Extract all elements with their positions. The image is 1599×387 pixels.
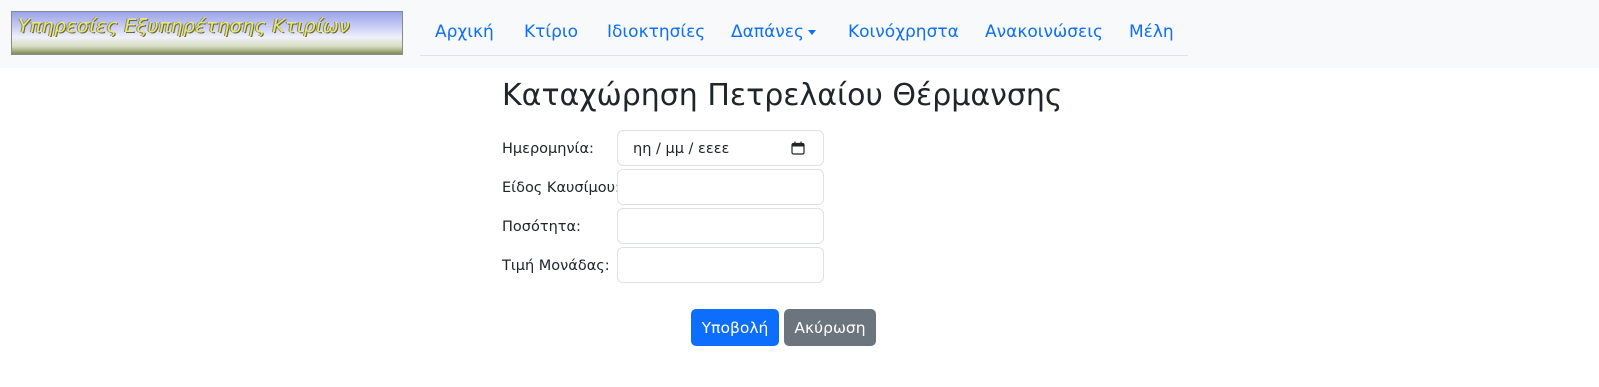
nav-link-common-charges[interactable]: Κοινόχρηστα [848, 22, 959, 42]
date-label: Ημερομηνία: [502, 141, 594, 157]
fuel-type-label: Είδος Καυσίμου: [502, 180, 620, 196]
nav-dropdown-expenses-label: Δαπάνες [731, 22, 804, 42]
nav-link-properties[interactable]: Ιδιοκτησίες [607, 22, 705, 42]
site-logo[interactable]: Υπηρεσίες Εξυπηρέτησης Κτιρίων [11, 11, 403, 55]
quantity-input[interactable] [617, 208, 824, 244]
unit-price-label: Τιμή Μονάδας: [502, 258, 610, 274]
caret-down-icon [807, 29, 816, 35]
fuel-type-input[interactable] [617, 169, 824, 205]
nav-link-building[interactable]: Κτίριο [524, 22, 578, 42]
unit-price-input[interactable] [617, 247, 824, 283]
quantity-label: Ποσότητα: [502, 219, 581, 235]
date-input[interactable]: ηη / μμ / εεεε [617, 130, 824, 166]
nav-dropdown-expenses[interactable]: Δαπάνες [731, 22, 816, 42]
main-nav: Αρχική Κτίριο Ιδιοκτησίες Δαπάνες Κοινόχ… [420, 12, 1188, 56]
submit-button[interactable]: Υποβολή [691, 309, 779, 346]
date-placeholder: ηη / μμ / εεεε [633, 141, 730, 157]
cancel-button[interactable]: Ακύρωση [784, 309, 876, 346]
nav-link-announcements[interactable]: Ανακοινώσεις [985, 22, 1103, 42]
nav-link-home[interactable]: Αρχική [435, 22, 494, 42]
page-title: Καταχώρηση Πετρελαίου Θέρμανσης [502, 78, 1063, 113]
nav-link-members[interactable]: Μέλη [1129, 22, 1174, 42]
navbar: Υπηρεσίες Εξυπηρέτησης Κτιρίων Αρχική Κτ… [0, 0, 1599, 68]
logo-text: Υπηρεσίες Εξυπηρέτησης Κτιρίων [18, 15, 350, 37]
calendar-icon[interactable] [791, 141, 805, 155]
